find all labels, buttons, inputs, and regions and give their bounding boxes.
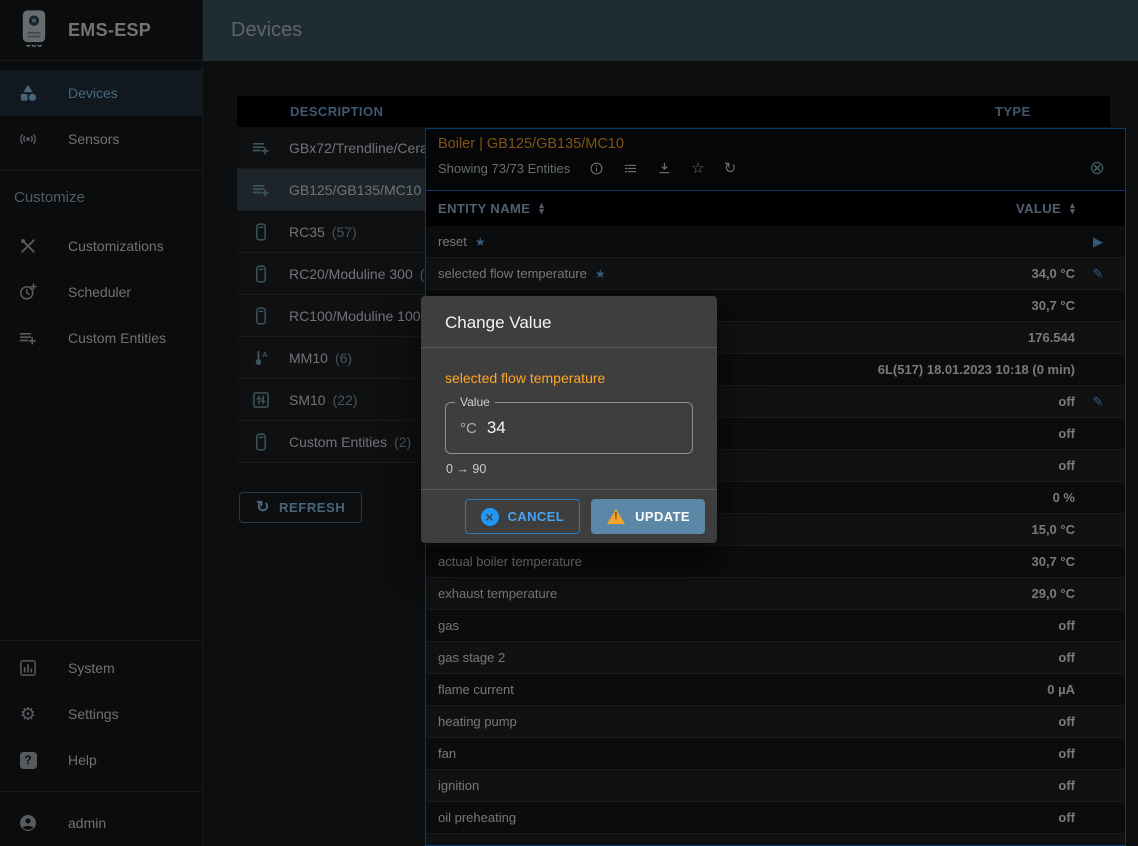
entity-label: selected flow temperature bbox=[445, 368, 693, 388]
value-input[interactable]: 34 bbox=[487, 418, 506, 438]
cancel-icon: × bbox=[481, 508, 499, 526]
range-hint: 0 → 90 bbox=[446, 462, 693, 476]
dialog-body: selected flow temperature Value °C 34 0 … bbox=[421, 348, 717, 476]
update-button[interactable]: ! UPDATE bbox=[591, 499, 705, 534]
unit-adornment: °C bbox=[460, 420, 477, 437]
dialog-actions: × CANCEL ! UPDATE bbox=[421, 489, 717, 543]
update-button-label: UPDATE bbox=[635, 509, 690, 524]
field-label: Value bbox=[455, 395, 495, 409]
dialog-title: Change Value bbox=[421, 296, 717, 348]
ems-esp-app: EMS-ESP Devices Sensors Customize bbox=[0, 0, 1138, 846]
value-field[interactable]: Value °C 34 bbox=[445, 402, 693, 454]
cancel-button-label: CANCEL bbox=[508, 509, 565, 524]
warning-icon: ! bbox=[606, 508, 626, 525]
cancel-button[interactable]: × CANCEL bbox=[465, 499, 581, 534]
change-value-dialog: Change Value selected flow temperature V… bbox=[421, 296, 717, 543]
